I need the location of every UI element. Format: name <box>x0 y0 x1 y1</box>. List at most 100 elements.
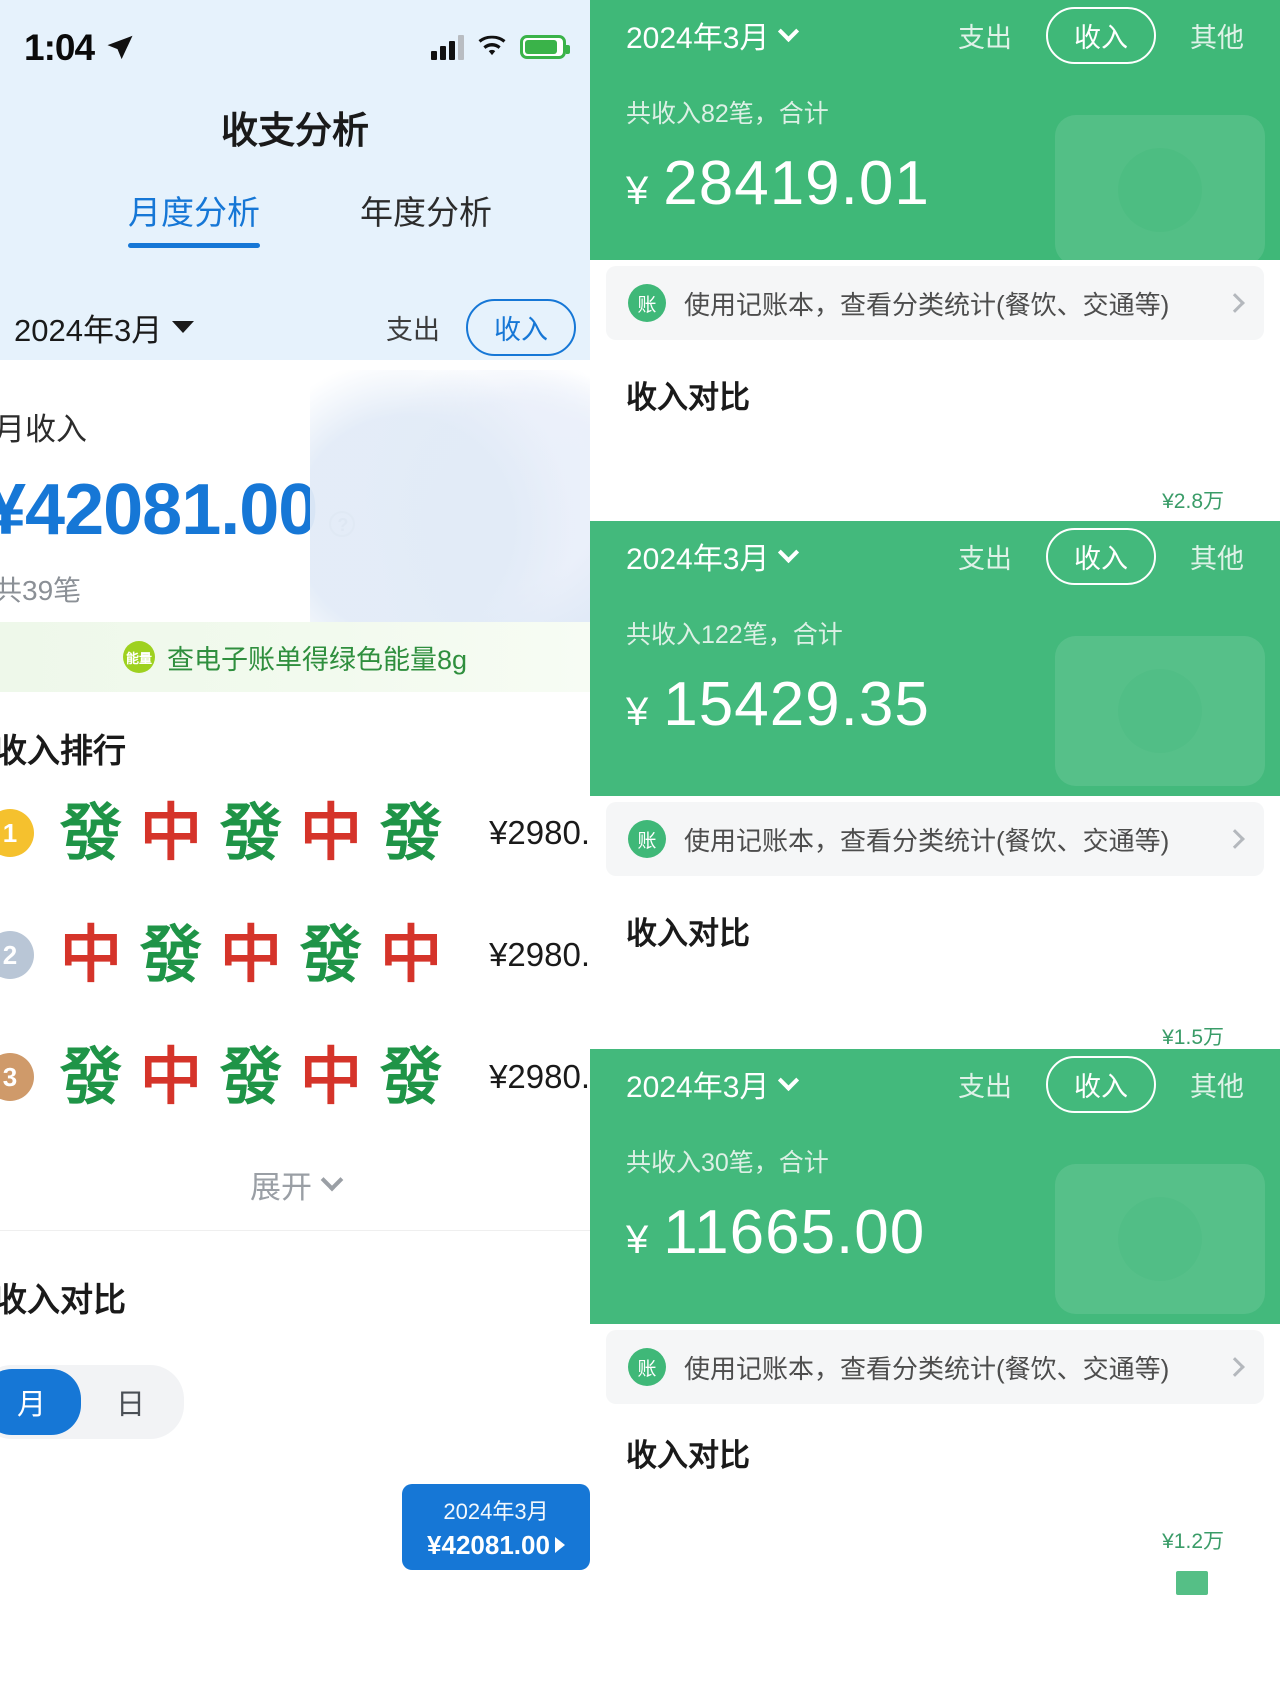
income-card: 2024年3月 支出 收入 其他 共收入30笔，合计 ¥ 11665.00 账 … <box>590 1049 1280 1595</box>
card-month-label: 2024年3月 <box>626 543 770 576</box>
segment-expense[interactable]: 支出 <box>386 308 440 347</box>
bar-label: ¥2.8万 <box>1162 490 1224 513</box>
chevron-right-icon <box>1225 829 1245 849</box>
chevron-right-icon <box>1225 1357 1245 1377</box>
card-month-selector[interactable]: 2024年3月 <box>626 534 800 578</box>
ledger-promo-text: 使用记账本，查看分类统计(餐饮、交通等) <box>684 289 1170 320</box>
currency-symbol: ¥ <box>626 1218 650 1262</box>
card-amount: 11665.00 <box>663 1198 926 1267</box>
card-compare-title: 收入对比 <box>626 916 750 951</box>
chevron-down-icon <box>778 1069 800 1092</box>
card-segment-expense[interactable]: 支出 <box>958 16 1012 55</box>
expand-ranking-button[interactable]: 展开 <box>0 1138 590 1230</box>
ledger-promo-banner[interactable]: 账 使用记账本，查看分类统计(餐饮、交通等) <box>606 266 1264 340</box>
wallet-watermark-icon <box>1055 1164 1265 1314</box>
merchant-avatar: 發中發中發 <box>60 796 443 869</box>
card-segment-expense[interactable]: 支出 <box>958 537 1012 576</box>
chevron-down-icon <box>320 1168 344 1192</box>
battery-icon <box>520 35 570 59</box>
rank-badge: 2 <box>0 931 34 979</box>
card-compare-title: 收入对比 <box>626 380 750 415</box>
toggle-month[interactable]: 月 <box>0 1369 81 1435</box>
month-day-toggle: 月 日 <box>0 1365 184 1439</box>
rank-badge: 1 <box>0 809 34 857</box>
currency-symbol: ¥ <box>626 169 650 213</box>
rank-amount: ¥2980. <box>489 1058 590 1095</box>
tooltip-amount: ¥42081.00 <box>427 1529 550 1560</box>
cloud-decoration <box>310 370 590 622</box>
ledger-book-icon: 账 <box>628 820 666 858</box>
wifi-icon <box>478 35 506 56</box>
rank-amount: ¥2980. <box>489 936 590 973</box>
play-arrow-icon <box>554 1537 565 1553</box>
chevron-right-icon <box>1225 293 1245 313</box>
rank-badge: 3 <box>0 1053 34 1101</box>
card-month-label: 2024年3月 <box>626 22 770 55</box>
ranking-title: 收入排行 <box>0 732 126 769</box>
rank-amount: ¥2980. <box>489 814 590 851</box>
card-amount: 15429.35 <box>663 670 930 739</box>
filter-bar: 2024年3月 支出 收入 <box>0 296 590 358</box>
bar-label: ¥1.5万 <box>1162 1026 1224 1049</box>
card-month-selector[interactable]: 2024年3月 <box>626 1062 800 1106</box>
location-arrow-icon <box>107 35 133 60</box>
chart-tooltip: 2024年3月 ¥42081.00 <box>402 1484 590 1570</box>
ledger-promo-banner[interactable]: 账 使用记账本，查看分类统计(餐饮、交通等) <box>606 1330 1264 1404</box>
bar-label: ¥1.2万 <box>1162 1530 1224 1553</box>
income-card: 2024年3月 支出 收入 其他 共收入122笔，合计 ¥ 15429.35 账… <box>590 521 1280 1103</box>
income-ranking-section: 收入排行 1 發中發中發 ¥2980. 2 中發中發中 ¥2980. 3 發 中… <box>0 692 590 1230</box>
merchant-avatar: 中發中發中 <box>60 918 443 991</box>
expand-label: 展开 <box>250 1169 312 1205</box>
analysis-tabs: 月度分析 年度分析 <box>0 186 590 248</box>
month-selector-label: 2024年3月 <box>14 312 163 348</box>
toggle-day[interactable]: 日 <box>81 1369 180 1435</box>
status-time: 1:04 <box>24 26 95 68</box>
hero-amount: ¥42081.00 <box>0 470 318 550</box>
chevron-down-icon <box>778 20 800 43</box>
composite-screenshot: 1:04 收支分析 月度分析 年度分析 2024年3月 支出 收入 月收入 ¥4… <box>0 0 1280 1706</box>
chevron-down-icon <box>778 541 800 564</box>
ranking-row[interactable]: 2 中發中發中 ¥2980. <box>0 894 590 1016</box>
wallet-watermark-icon <box>1055 636 1265 786</box>
tab-yearly-analysis[interactable]: 年度分析 <box>360 186 492 248</box>
status-icons <box>431 34 570 60</box>
card-segment-expense[interactable]: 支出 <box>958 1065 1012 1104</box>
segment-income[interactable]: 收入 <box>466 298 576 356</box>
card-green-header: 2024年3月 支出 收入 其他 共收入122笔，合计 ¥ 15429.35 <box>590 521 1280 796</box>
page-title: 收支分析 <box>221 110 369 151</box>
energy-banner-text: 查电子账单得绿色能量8g <box>166 644 468 675</box>
tooltip-amount-row: ¥42081.00 <box>427 1530 565 1561</box>
income-compare-section: 收入对比 月 日 <box>0 1231 590 1439</box>
card-month-label: 2024年3月 <box>626 1071 770 1104</box>
card-green-header: 2024年3月 支出 收入 其他 共收入30笔，合计 ¥ 11665.00 <box>590 1049 1280 1324</box>
status-bar: 1:04 <box>0 18 590 76</box>
ledger-promo-text: 使用记账本，查看分类统计(餐饮、交通等) <box>684 1353 1170 1384</box>
caret-down-icon <box>172 321 195 333</box>
card-month-selector[interactable]: 2024年3月 <box>626 13 800 57</box>
income-hero: 月收入 ¥42081.00 ? 共39笔 <box>0 360 590 622</box>
card-compare-title: 收入对比 <box>626 1438 750 1473</box>
right-card-stack: 2024年3月 支出 收入 其他 共收入82笔，合计 ¥ 28419.01 账 … <box>590 0 1280 1706</box>
ledger-book-icon: 账 <box>628 284 666 322</box>
merchant-avatar: 發中發中發 <box>60 1040 443 1113</box>
green-energy-banner[interactable]: 能量 查电子账单得绿色能量8g <box>0 622 590 692</box>
tooltip-month: 2024年3月 <box>443 1498 549 1524</box>
month-selector[interactable]: 2024年3月 <box>14 305 195 350</box>
ranking-row[interactable]: 3 發中發中發 ¥2980. <box>0 1016 590 1138</box>
wallet-watermark-icon <box>1055 115 1265 260</box>
left-app-screen: 1:04 收支分析 月度分析 年度分析 2024年3月 支出 收入 月收入 ¥4… <box>0 0 590 1706</box>
chart-bar <box>1176 1571 1208 1595</box>
ledger-promo-text: 使用记账本，查看分类统计(餐饮、交通等) <box>684 825 1170 856</box>
energy-badge-icon: 能量 <box>122 641 155 673</box>
card-amount: 28419.01 <box>663 149 930 218</box>
ranking-row[interactable]: 1 發中發中發 ¥2980. <box>0 772 590 894</box>
income-compare-chart[interactable]: ¥1.2万 <box>590 1475 1280 1595</box>
cellular-signal-icon <box>431 34 464 60</box>
type-segment: 支出 收入 <box>386 298 576 356</box>
compare-title: 收入对比 <box>0 1281 126 1318</box>
income-card: 2024年3月 支出 收入 其他 共收入82笔，合计 ¥ 28419.01 账 … <box>590 0 1280 567</box>
ledger-book-icon: 账 <box>628 1348 666 1386</box>
tab-monthly-analysis[interactable]: 月度分析 <box>128 186 260 248</box>
card-white-body: 账 使用记账本，查看分类统计(餐饮、交通等) 收入对比 ¥1.2万 <box>590 1330 1280 1595</box>
ledger-promo-banner[interactable]: 账 使用记账本，查看分类统计(餐饮、交通等) <box>606 802 1264 876</box>
